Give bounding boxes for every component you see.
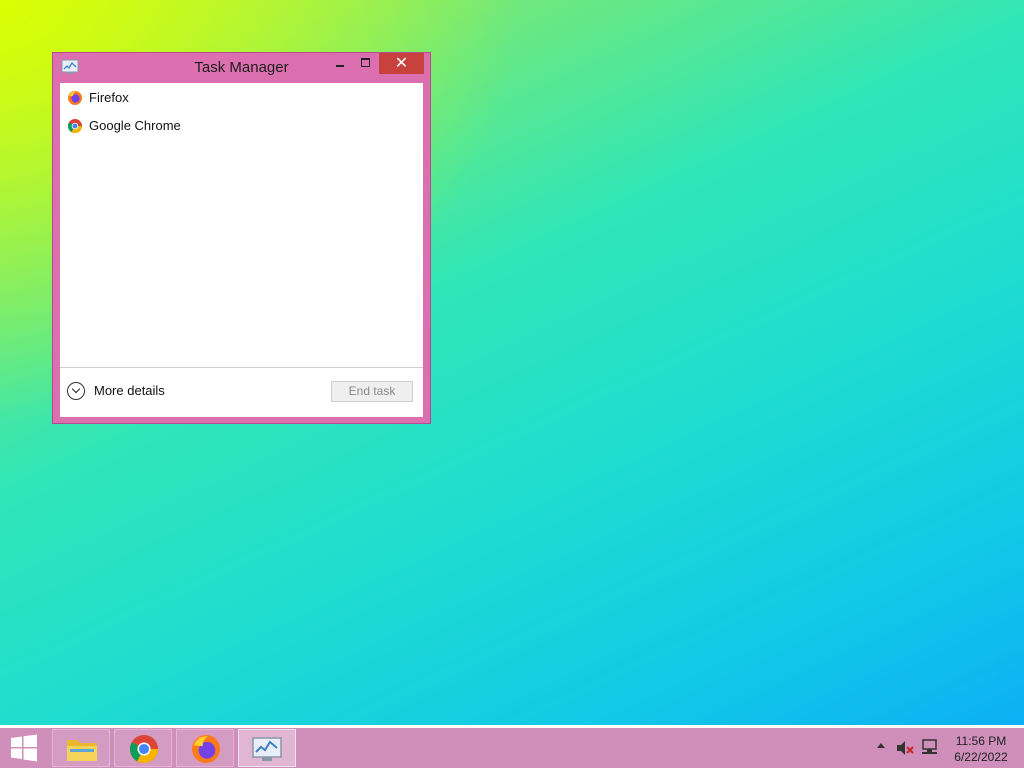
window-footer: More details End task <box>60 367 423 417</box>
windows-logo-icon <box>11 734 37 762</box>
minimize-button[interactable] <box>327 53 353 74</box>
more-details-label: More details <box>94 383 165 398</box>
chrome-icon <box>67 119 83 134</box>
firefox-icon <box>68 91 82 105</box>
maximize-button[interactable] <box>353 53 379 74</box>
chevron-down-icon <box>67 382 85 400</box>
clock-time: 11:56 PM <box>955 734 1007 748</box>
list-item-label: Firefox <box>89 90 129 105</box>
list-item-label: Google Chrome <box>89 118 181 133</box>
taskbar-item-firefox[interactable] <box>176 729 234 767</box>
firefox-icon <box>191 734 221 764</box>
network-icon[interactable] <box>920 739 940 757</box>
list-item[interactable]: Google Chrome <box>60 113 423 139</box>
task-manager-icon <box>252 737 282 761</box>
taskbar-item-google-chrome[interactable] <box>114 729 172 767</box>
volume-muted-icon[interactable] <box>895 739 915 757</box>
title-bar[interactable]: Task Manager ✕ <box>53 53 430 83</box>
list-item[interactable]: Firefox <box>60 85 423 111</box>
folder-icon <box>67 740 97 761</box>
end-task-button[interactable]: End task <box>331 381 413 402</box>
close-button[interactable]: ✕ <box>379 53 424 74</box>
start-button[interactable] <box>0 728 48 768</box>
window-client-area: Firefox Google Chrome More details End t… <box>60 83 423 417</box>
clock-date: 6/22/2022 <box>954 750 1008 764</box>
taskbar-item-task-manager[interactable] <box>238 729 296 767</box>
system-clock[interactable]: 11:56 PM 6/22/2022 <box>946 733 1016 765</box>
taskbar-item-file-explorer[interactable] <box>52 729 110 767</box>
chrome-icon <box>129 734 159 764</box>
taskbar: 11:56 PM 6/22/2022 <box>0 725 1024 768</box>
task-manager-window[interactable]: Task Manager ✕ Firefox Google Chrome Mor… <box>52 52 431 424</box>
app-list: Firefox Google Chrome <box>60 83 423 367</box>
show-hidden-icons-icon[interactable] <box>876 742 886 750</box>
